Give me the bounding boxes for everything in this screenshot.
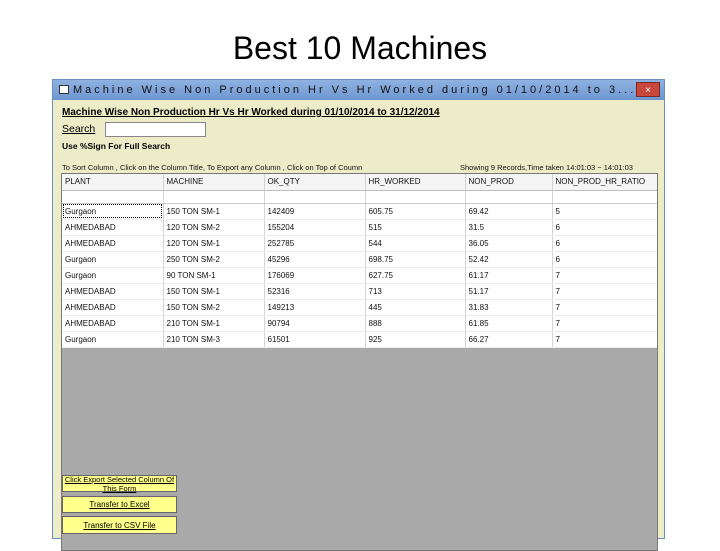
- window-title: Machine Wise Non Production Hr Vs Hr Wor…: [73, 84, 637, 96]
- slide-title: Best 10 Machines: [232, 30, 488, 66]
- table-cell[interactable]: 52316: [264, 283, 366, 300]
- table-cell[interactable]: 445: [365, 299, 466, 316]
- table-cell[interactable]: 52.42: [465, 251, 553, 268]
- table-cell[interactable]: 5: [552, 203, 657, 220]
- column-filter-cell[interactable]: [163, 190, 265, 204]
- column-filter-cell[interactable]: [552, 190, 657, 204]
- window-titlebar[interactable]: Machine Wise Non Production Hr Vs Hr Wor…: [53, 80, 664, 100]
- column-filter-cell[interactable]: [264, 190, 366, 204]
- table-cell[interactable]: 544: [365, 235, 466, 252]
- table-cell[interactable]: 150 TON SM-1: [163, 203, 265, 220]
- column-header-non-prod[interactable]: NON_PROD: [465, 174, 553, 191]
- table-cell[interactable]: Gurgaon: [62, 251, 164, 268]
- table-row[interactable]: Gurgaon 210 TON SM-3 61501 925 66.27 7: [62, 331, 657, 348]
- records-status: Showing 9 Records,Time taken 14:01:03 ~ …: [460, 163, 633, 172]
- form-heading: Machine Wise Non Production Hr Vs Hr Wor…: [62, 107, 440, 118]
- app-icon: [59, 85, 69, 94]
- table-cell[interactable]: 210 TON SM-1: [163, 315, 265, 332]
- table-cell[interactable]: 888: [365, 315, 466, 332]
- table-cell[interactable]: 7: [552, 315, 657, 332]
- table-cell[interactable]: AHMEDABAD: [62, 315, 164, 332]
- table-cell[interactable]: 6: [552, 235, 657, 252]
- table-cell[interactable]: 69.42: [465, 203, 553, 220]
- header-row: PLANT MACHINE OK_QTY HR_WORKED NON_PROD …: [62, 174, 657, 191]
- table-cell[interactable]: 7: [552, 267, 657, 284]
- table-cell[interactable]: Gurgaon: [62, 331, 164, 348]
- table-cell[interactable]: 149213: [264, 299, 366, 316]
- column-filter-cell[interactable]: [465, 190, 553, 204]
- table-cell[interactable]: AHMEDABAD: [62, 219, 164, 236]
- sort-hint: To Sort Column , Click on the Column Tit…: [62, 163, 363, 172]
- search-hint: Use %Sign For Full Search: [62, 141, 171, 151]
- table-cell[interactable]: AHMEDABAD: [62, 299, 164, 316]
- table-row[interactable]: AHMEDABAD 210 TON SM-1 90794 888 61.85 7: [62, 315, 657, 332]
- table-cell[interactable]: 176069: [264, 267, 366, 284]
- search-input[interactable]: [105, 122, 206, 137]
- table-cell[interactable]: 61501: [264, 331, 366, 348]
- table-cell[interactable]: 66.27: [465, 331, 553, 348]
- table-cell[interactable]: 7: [552, 331, 657, 348]
- table-cell[interactable]: 250 TON SM-2: [163, 251, 265, 268]
- table-row[interactable]: AHMEDABAD 150 TON SM-1 52316 713 51.17 7: [62, 283, 657, 300]
- table-cell[interactable]: 713: [365, 283, 466, 300]
- table-cell[interactable]: 925: [365, 331, 466, 348]
- table-cell[interactable]: 150 TON SM-1: [163, 283, 265, 300]
- table-cell[interactable]: 252785: [264, 235, 366, 252]
- table-cell[interactable]: 45296: [264, 251, 366, 268]
- table-cell[interactable]: 120 TON SM-2: [163, 219, 265, 236]
- table-cell[interactable]: 698.75: [365, 251, 466, 268]
- table-cell[interactable]: AHMEDABAD: [62, 235, 164, 252]
- table-cell[interactable]: 51.17: [465, 283, 553, 300]
- column-header-ok-qty[interactable]: OK_QTY: [264, 174, 366, 191]
- records-table: PLANT MACHINE OK_QTY HR_WORKED NON_PROD …: [62, 174, 657, 348]
- table-cell[interactable]: 31.83: [465, 299, 553, 316]
- transfer-to-csv-button[interactable]: Transfer to CSV File: [62, 516, 177, 534]
- table-row[interactable]: Gurgaon 90 TON SM-1 176069 627.75 61.17 …: [62, 267, 657, 284]
- column-header-plant[interactable]: PLANT: [62, 174, 164, 191]
- table-cell[interactable]: 31.5: [465, 219, 553, 236]
- table-cell[interactable]: 155204: [264, 219, 366, 236]
- table-row[interactable]: Gurgaon 250 TON SM-2 45296 698.75 52.42 …: [62, 251, 657, 268]
- column-filter-row: [62, 190, 657, 204]
- column-header-hr-worked[interactable]: HR_WORKED: [365, 174, 466, 191]
- table-row[interactable]: Gurgaon 150 TON SM-1 142409 605.75 69.42…: [62, 203, 657, 220]
- table-cell[interactable]: AHMEDABAD: [62, 283, 164, 300]
- table-cell[interactable]: 7: [552, 283, 657, 300]
- table-cell[interactable]: 7: [552, 299, 657, 316]
- table-cell[interactable]: 36.05: [465, 235, 553, 252]
- table-cell[interactable]: 142409: [264, 203, 366, 220]
- close-button[interactable]: ×: [636, 82, 660, 97]
- table-cell[interactable]: 605.75: [365, 203, 466, 220]
- column-filter-cell[interactable]: [365, 190, 466, 204]
- table-row[interactable]: AHMEDABAD 120 TON SM-1 252785 544 36.05 …: [62, 235, 657, 252]
- table-cell[interactable]: 120 TON SM-1: [163, 235, 265, 252]
- table-cell[interactable]: Gurgaon: [62, 267, 164, 284]
- table-row[interactable]: AHMEDABAD 150 TON SM-2 149213 445 31.83 …: [62, 299, 657, 316]
- table-cell[interactable]: 61.85: [465, 315, 553, 332]
- column-header-non-prod-hr-ratio[interactable]: NON_PROD_HR_RATIO: [552, 174, 657, 191]
- column-filter-cell[interactable]: [62, 190, 164, 204]
- table-cell[interactable]: 6: [552, 219, 657, 236]
- search-label: Search: [62, 123, 96, 135]
- table-cell[interactable]: 6: [552, 251, 657, 268]
- table-cell[interactable]: Gurgaon: [62, 203, 164, 220]
- table-row[interactable]: AHMEDABAD 120 TON SM-2 155204 515 31.5 6: [62, 219, 657, 236]
- table-cell[interactable]: 90794: [264, 315, 366, 332]
- column-header-machine[interactable]: MACHINE: [163, 174, 265, 191]
- table-cell[interactable]: 515: [365, 219, 466, 236]
- app-window: Machine Wise Non Production Hr Vs Hr Wor…: [52, 79, 665, 551]
- export-selected-column-button[interactable]: Click Export Selected Column Of This For…: [62, 475, 177, 493]
- transfer-to-excel-button[interactable]: Transfer to Excel: [62, 496, 177, 513]
- table-cell[interactable]: 627.75: [365, 267, 466, 284]
- table-cell[interactable]: 150 TON SM-2: [163, 299, 265, 316]
- table-cell[interactable]: 61.17: [465, 267, 553, 284]
- table-cell[interactable]: 90 TON SM-1: [163, 267, 265, 284]
- data-grid[interactable]: PLANT MACHINE OK_QTY HR_WORKED NON_PROD …: [61, 173, 658, 551]
- table-cell[interactable]: 210 TON SM-3: [163, 331, 265, 348]
